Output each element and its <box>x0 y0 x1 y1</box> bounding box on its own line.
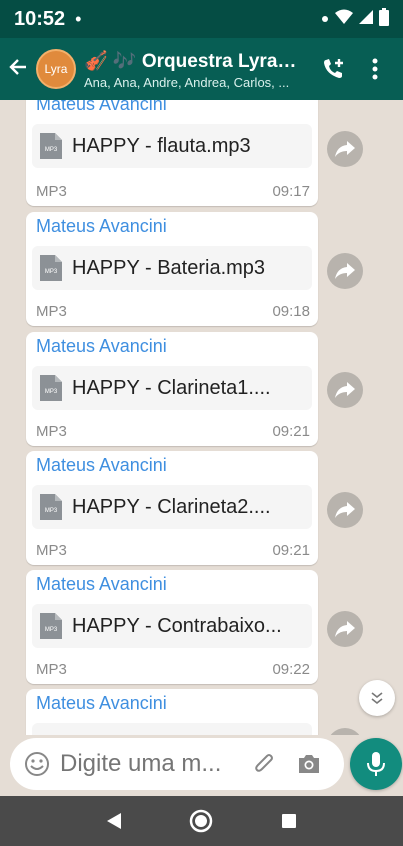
phone-plus-icon <box>324 59 343 78</box>
document-type: MP3 <box>36 661 67 678</box>
share-icon <box>335 141 355 157</box>
sender-name: Mateus Avancini <box>36 455 167 475</box>
share-icon <box>335 263 355 279</box>
group-avatar[interactable]: Lyra <box>36 49 76 89</box>
message-bubble[interactable]: Mateus Avancini MP3 HAPPY - Clarineta1..… <box>26 332 318 446</box>
paperclip-icon <box>255 754 273 772</box>
square-recents-icon <box>282 814 297 828</box>
mp3-icon-label: MP3 <box>45 389 58 395</box>
mp3-icon-label: MP3 <box>45 269 58 275</box>
share-icon <box>335 621 355 637</box>
message-composer <box>10 738 344 790</box>
document-attachment[interactable]: MP3 HAPPY - Contrabaixo... <box>32 604 312 648</box>
document-attachment[interactable]: MP3 HAPPY - Bateria.mp3 <box>32 246 312 290</box>
message-input[interactable] <box>60 750 232 778</box>
mp3-file-icon: MP3 <box>40 613 62 639</box>
mp3-file-icon: MP3 <box>40 375 62 401</box>
status-time: 10:52 <box>14 7 66 30</box>
battery-icon <box>379 7 389 31</box>
forward-button[interactable] <box>327 131 363 167</box>
sender-name: Mateus Avancini <box>36 100 167 114</box>
signal-icon <box>359 9 373 30</box>
document-name: HAPPY - flauta.mp3 <box>72 134 251 157</box>
mp3-icon-label: MP3 <box>45 508 58 514</box>
forward-button[interactable] <box>327 253 363 289</box>
document-type: MP3 <box>36 423 67 440</box>
message-bubble[interactable]: Mateus Avancini MP3 HAPPY - Bateria.mp3 … <box>26 212 318 326</box>
message-bubble[interactable]: Mateus Avancini MP3 HAPPY - Contrabaixo.… <box>26 570 318 684</box>
document-attachment[interactable] <box>32 723 312 735</box>
sender-name: Mateus Avancini <box>36 216 167 236</box>
chat-title: 🎻 🎶 Orquestra Lyra🎻 ... <box>84 50 299 72</box>
mp3-file-icon: MP3 <box>40 255 62 281</box>
back-button[interactable] <box>8 57 34 81</box>
nav-recents-button[interactable] <box>274 806 304 836</box>
emoji-button[interactable] <box>22 749 52 779</box>
message-bubble[interactable]: Mateus Avancini <box>26 689 318 735</box>
document-name: HAPPY - Clarineta1.... <box>72 376 271 399</box>
status-bar: 10:52 • <box>0 0 403 38</box>
document-attachment[interactable]: MP3 HAPPY - Clarineta2.... <box>32 485 312 529</box>
circle-home-icon <box>190 809 213 833</box>
attach-button[interactable] <box>250 749 280 779</box>
system-navigation-bar <box>0 796 403 846</box>
chat-info[interactable]: 🎻 🎶 Orquestra Lyra🎻 ... Ana, Ana, Andre,… <box>84 49 299 90</box>
message-time: 09:21 <box>272 423 310 440</box>
share-icon <box>335 502 355 518</box>
forward-button[interactable] <box>327 611 363 647</box>
dot-icon <box>321 10 329 28</box>
double-chevron-down-icon <box>371 692 383 705</box>
avatar-label: Lyra <box>44 62 68 76</box>
mp3-icon-label: MP3 <box>45 147 58 153</box>
sender-name: Mateus Avancini <box>36 336 167 356</box>
back-arrow-icon <box>9 59 26 75</box>
share-icon <box>335 382 355 398</box>
more-vert-icon <box>372 58 378 80</box>
forward-button[interactable] <box>327 728 363 735</box>
overflow-menu-button[interactable] <box>365 52 385 86</box>
microphone-icon <box>367 752 385 776</box>
mp3-file-icon: MP3 <box>40 133 62 159</box>
document-attachment[interactable]: MP3 HAPPY - flauta.mp3 <box>32 124 312 168</box>
message-bubble[interactable]: Mateus Avancini MP3 HAPPY - flauta.mp3 M… <box>26 100 318 206</box>
document-type: MP3 <box>36 542 67 559</box>
chat-participants: Ana, Ana, Andre, Andrea, Carlos, ... <box>84 74 290 90</box>
chat-header: Lyra 🎻 🎶 Orquestra Lyra🎻 ... Ana, Ana, A… <box>0 38 403 100</box>
message-time: 09:17 <box>272 183 310 200</box>
add-call-button[interactable] <box>317 52 351 86</box>
message-bubble[interactable]: Mateus Avancini MP3 HAPPY - Clarineta2..… <box>26 451 318 565</box>
message-time: 09:22 <box>272 661 310 678</box>
scroll-to-bottom-button[interactable] <box>359 680 395 716</box>
camera-icon <box>299 755 319 773</box>
forward-button[interactable] <box>327 372 363 408</box>
status-icons <box>321 7 389 31</box>
document-attachment[interactable]: MP3 HAPPY - Clarineta1.... <box>32 366 312 410</box>
camera-button[interactable] <box>294 749 324 779</box>
mp3-icon-label: MP3 <box>45 627 58 633</box>
message-time: 09:21 <box>272 542 310 559</box>
forward-button[interactable] <box>327 492 363 528</box>
wifi-icon <box>335 9 353 30</box>
voice-message-button[interactable] <box>350 738 402 790</box>
document-name: HAPPY - Contrabaixo... <box>72 614 282 637</box>
sender-name: Mateus Avancini <box>36 693 167 713</box>
chat-messages[interactable]: Mateus Avancini MP3 HAPPY - flauta.mp3 M… <box>0 100 403 735</box>
nav-back-button[interactable] <box>99 806 129 836</box>
document-type: MP3 <box>36 303 67 320</box>
notification-dot: • <box>75 8 82 29</box>
sender-name: Mateus Avancini <box>36 574 167 594</box>
document-name: HAPPY - Clarineta2.... <box>72 495 271 518</box>
document-name: HAPPY - Bateria.mp3 <box>72 256 266 279</box>
triangle-back-icon <box>106 813 121 829</box>
emoji-icon <box>25 752 49 776</box>
message-time: 09:18 <box>272 303 310 320</box>
nav-home-button[interactable] <box>186 806 216 836</box>
mp3-file-icon: MP3 <box>40 494 62 520</box>
document-type: MP3 <box>36 183 67 200</box>
